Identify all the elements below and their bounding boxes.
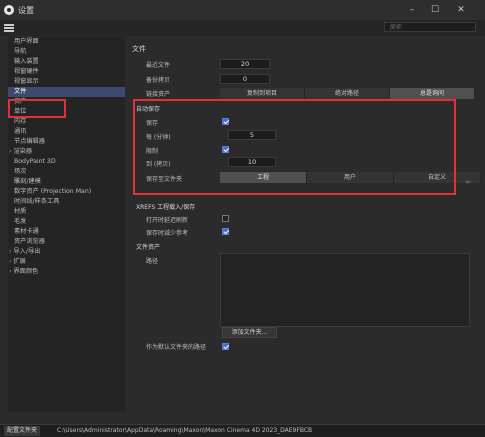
link-assets-option-copy[interactable]: 复制到项目 [220, 88, 305, 99]
file-assets-paths-label: 路径 [146, 258, 159, 265]
link-assets-option-absolute[interactable]: 绝对路径 [305, 88, 390, 99]
menu-icon[interactable] [4, 24, 14, 32]
sidebar-item[interactable]: 用户界面 [8, 37, 125, 47]
close-button[interactable]: ✕ [450, 2, 472, 18]
maximize-button[interactable]: ☐ [424, 2, 446, 18]
sidebar-item[interactable]: 场次 [8, 167, 125, 177]
xrefs-open-label: 打开时延迟刷新 [146, 217, 189, 224]
minimize-button[interactable]: – [401, 2, 423, 18]
sidebar-item[interactable]: 材质 [8, 207, 125, 217]
sidebar-item[interactable]: 导入/导出 [8, 247, 125, 257]
sidebar-item[interactable]: 视窗显示 [8, 77, 125, 87]
sidebar-item[interactable]: 扩展 [8, 257, 125, 267]
sidebar-item[interactable]: 导航 [8, 47, 125, 57]
as-default-path-label: 作为默认文件夹的路径 [146, 344, 207, 351]
sidebar-item[interactable]: 时间线/样条工具 [8, 197, 125, 207]
sidebar-item[interactable]: 内存 [8, 117, 125, 127]
sidebar-item[interactable]: 渲染器 [8, 147, 125, 157]
xrefs-open-checkbox[interactable] [222, 215, 229, 222]
sidebar-item[interactable]: 界面颜色 [8, 267, 125, 277]
backup-copies-label: 备份拷贝 [146, 77, 171, 84]
status-bar: 配置文件夹 C:\Users\Administrator\AppData\Roa… [0, 424, 485, 437]
sidebar-highlight-box [8, 99, 66, 118]
recent-files-field[interactable]: 20 [220, 59, 270, 69]
link-assets-option-ask[interactable]: 总是询问 [390, 88, 475, 99]
sidebar-item[interactable]: 资产浏览器 [8, 237, 125, 247]
settings-main-panel: 文件 最近文件 20 备份拷贝 0 链接资产 复制到项目 绝对路径 总是询问 自… [130, 37, 481, 412]
title-bar: 设置 – ☐ ✕ [0, 0, 485, 20]
sidebar-item[interactable]: 节点编辑器 [8, 137, 125, 147]
add-folder-button[interactable]: 添加文件夹... [222, 327, 277, 338]
link-assets-segmented: 复制到项目 绝对路径 总是询问 [220, 88, 475, 99]
sidebar-item[interactable]: BodyPaint 3D [8, 157, 125, 167]
sidebar-item[interactable]: 视窗硬件 [8, 67, 125, 77]
file-assets-paths-textarea[interactable] [220, 253, 470, 327]
file-section-title: 文件 [132, 45, 146, 53]
cinema4d-logo-icon [4, 5, 14, 15]
scroll-up-icon[interactable]: ⇤ [466, 178, 474, 186]
xrefs-section-title: XREFS 工程载入/保存 [136, 204, 196, 211]
link-assets-label: 链接资产 [146, 91, 171, 98]
sidebar-item[interactable]: 输入装置 [8, 57, 125, 67]
backup-copies-field[interactable]: 0 [220, 74, 270, 84]
as-default-path-checkbox[interactable] [222, 343, 229, 350]
config-folder-path: C:\Users\Administrator\AppData\Roaming\M… [57, 427, 313, 434]
xrefs-keep-label: 保存时减少参考 [146, 230, 189, 237]
search-input[interactable]: 搜索 [384, 22, 476, 32]
sidebar-item[interactable]: 毛发 [8, 217, 125, 227]
window-title: 设置 [18, 6, 34, 15]
sidebar-item[interactable]: 文件 [8, 87, 125, 97]
sidebar-item[interactable]: 素材卡通 [8, 227, 125, 237]
sidebar-item[interactable]: 通讯 [8, 127, 125, 137]
xrefs-keep-checkbox[interactable] [222, 228, 229, 235]
config-folder-button[interactable]: 配置文件夹 [4, 426, 41, 436]
settings-sidebar: 用户界面导航输入装置视窗硬件视窗显示文件资产单位内存通讯节点编辑器渲染器Body… [8, 37, 125, 412]
file-assets-section-title: 文件资产 [136, 244, 161, 251]
sidebar-item[interactable]: 雕刻/建模 [8, 177, 125, 187]
sidebar-item[interactable]: 数字资产 (Projection Man) [8, 187, 125, 197]
autosave-highlight-box [133, 99, 456, 195]
recent-files-label: 最近文件 [146, 62, 171, 69]
